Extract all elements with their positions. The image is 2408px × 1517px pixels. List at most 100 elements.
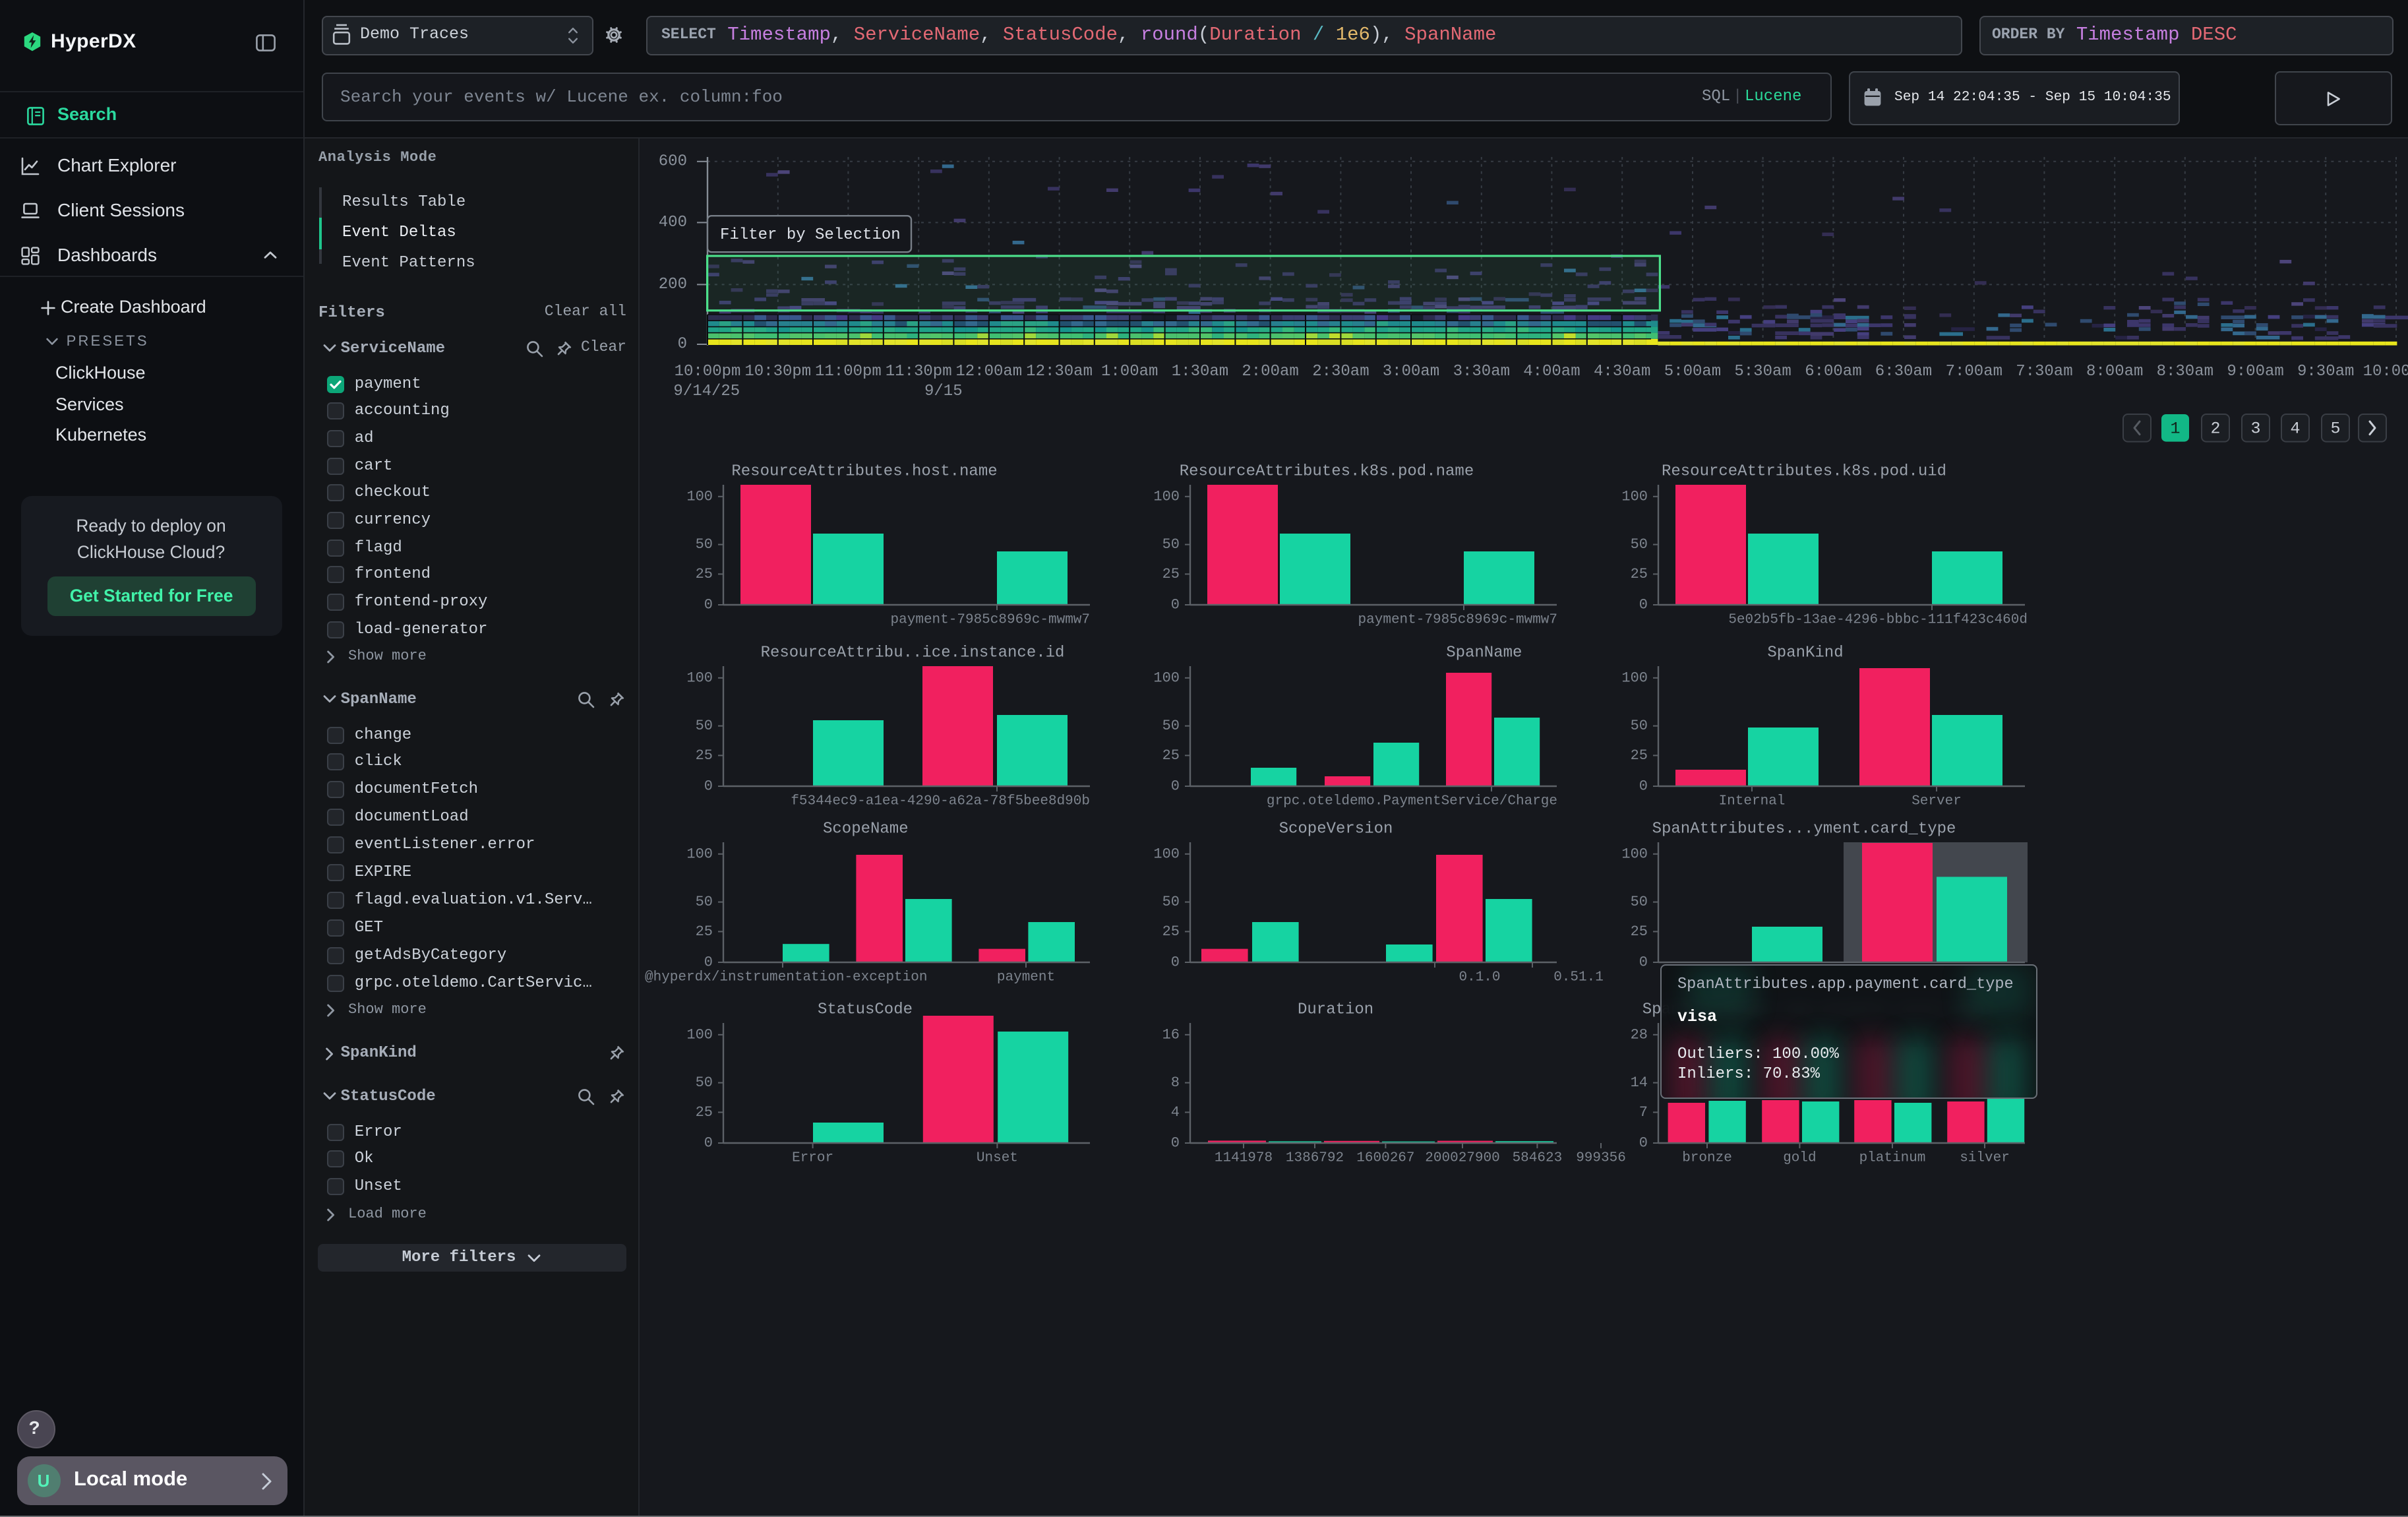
svg-text:4: 4 xyxy=(2290,419,2300,438)
svg-text:50: 50 xyxy=(1631,894,1648,910)
svg-text:payment-7985c8969c-mwmw7: payment-7985c8969c-mwmw7 xyxy=(1358,613,1557,628)
svg-text:200: 200 xyxy=(659,276,687,294)
svg-text:0: 0 xyxy=(704,597,713,613)
svg-text:1141978: 1141978 xyxy=(1215,1151,1273,1166)
svg-text:bronze: bronze xyxy=(1682,1151,1732,1166)
svg-text:3:00am: 3:00am xyxy=(1383,363,1439,381)
svg-text:999356: 999356 xyxy=(1576,1151,1626,1166)
svg-text:4: 4 xyxy=(1171,1104,1180,1121)
svg-text:7:00am: 7:00am xyxy=(1946,363,2002,381)
svg-text:100: 100 xyxy=(686,669,713,686)
svg-text:0: 0 xyxy=(704,1135,713,1152)
svg-text:ScopeVersion: ScopeVersion xyxy=(1279,820,1393,838)
svg-text:Server: Server xyxy=(1911,794,1962,809)
svg-text:SpanKind: SpanKind xyxy=(1767,644,1843,662)
svg-text:25: 25 xyxy=(1162,566,1180,582)
svg-text:584623: 584623 xyxy=(1513,1151,1563,1166)
svg-text:Unset: Unset xyxy=(977,1151,1018,1166)
svg-text:1:00am: 1:00am xyxy=(1101,363,1158,381)
svg-text:8: 8 xyxy=(1171,1074,1180,1091)
svg-text:ResourceAttribu..ice.instance.: ResourceAttribu..ice.instance.id xyxy=(761,644,1065,662)
svg-text:25: 25 xyxy=(1631,566,1648,582)
svg-text:0: 0 xyxy=(1171,1135,1180,1152)
svg-text:50: 50 xyxy=(1162,718,1180,734)
svg-text:3:30am: 3:30am xyxy=(1453,363,1510,381)
svg-text:9:00am: 9:00am xyxy=(2227,363,2283,381)
svg-text:ResourceAttributes.k8s.pod.uid: ResourceAttributes.k8s.pod.uid xyxy=(1662,463,1946,481)
svg-text:0: 0 xyxy=(1171,954,1180,971)
svg-text:25: 25 xyxy=(1162,747,1180,764)
svg-text:2:00am: 2:00am xyxy=(1242,363,1298,381)
svg-text:ResourceAttributes.host.name: ResourceAttributes.host.name xyxy=(731,463,997,481)
svg-text:7:30am: 7:30am xyxy=(2016,363,2072,381)
svg-text:100: 100 xyxy=(686,488,713,505)
svg-text:Duration: Duration xyxy=(1298,1001,1373,1019)
svg-text:25: 25 xyxy=(1162,923,1180,940)
svg-text:6:00am: 6:00am xyxy=(1805,363,1861,381)
svg-text:silver: silver xyxy=(1960,1151,2010,1166)
svg-text:2:30am: 2:30am xyxy=(1312,363,1369,381)
svg-text:50: 50 xyxy=(1162,894,1180,910)
svg-text:10:00pm: 10:00pm xyxy=(675,363,741,381)
svg-text:StatusCode: StatusCode xyxy=(818,1001,913,1019)
svg-text:0: 0 xyxy=(1639,1135,1648,1152)
svg-text:4:30am: 4:30am xyxy=(1594,363,1650,381)
svg-text:100: 100 xyxy=(1153,669,1180,686)
svg-text:3: 3 xyxy=(2250,419,2260,438)
svg-text:10:00am: 10:00am xyxy=(2363,363,2408,381)
svg-text:9:30am: 9:30am xyxy=(2297,363,2354,381)
svg-text:0.1.0: 0.1.0 xyxy=(1459,970,1500,985)
svg-text:2: 2 xyxy=(2210,419,2220,438)
svg-text:0: 0 xyxy=(704,954,713,971)
svg-text:200027900: 200027900 xyxy=(1425,1151,1499,1166)
svg-text:11:00pm: 11:00pm xyxy=(815,363,882,381)
svg-text:25: 25 xyxy=(1631,747,1648,764)
svg-text:25: 25 xyxy=(696,747,713,764)
svg-text:payment: payment xyxy=(997,970,1055,985)
svg-text:1386792: 1386792 xyxy=(1286,1151,1344,1166)
svg-text:1600267: 1600267 xyxy=(1356,1151,1414,1166)
svg-text:50: 50 xyxy=(696,1074,713,1091)
svg-text:100: 100 xyxy=(1621,846,1648,862)
svg-text:25: 25 xyxy=(696,1104,713,1121)
svg-text:1: 1 xyxy=(2170,419,2180,438)
svg-text:5:00am: 5:00am xyxy=(1664,363,1721,381)
svg-text:100: 100 xyxy=(1153,846,1180,862)
svg-text:Error: Error xyxy=(792,1151,833,1166)
svg-text:6:30am: 6:30am xyxy=(1875,363,1932,381)
svg-text:Filter by Selection: Filter by Selection xyxy=(720,226,901,244)
svg-text:5:30am: 5:30am xyxy=(1734,363,1791,381)
svg-text:50: 50 xyxy=(1162,536,1180,553)
svg-text:platinum: platinum xyxy=(1859,1151,1926,1166)
svg-text:10:30pm: 10:30pm xyxy=(744,363,811,381)
svg-text:25: 25 xyxy=(696,566,713,582)
svg-text:ScopeName: ScopeName xyxy=(823,820,909,838)
svg-text:9/15: 9/15 xyxy=(924,383,963,400)
svg-text:1:30am: 1:30am xyxy=(1172,363,1228,381)
svg-text:ResourceAttributes.k8s.pod.nam: ResourceAttributes.k8s.pod.name xyxy=(1180,463,1474,481)
svg-text:SpanAttributes...yment.card_ty: SpanAttributes...yment.card_type xyxy=(1652,820,1956,838)
svg-text:5e02b5fb-13ae-4296-bbbc-111f42: 5e02b5fb-13ae-4296-bbbc-111f423c460d xyxy=(1728,613,2028,628)
svg-text:100: 100 xyxy=(686,1026,713,1043)
svg-text:600: 600 xyxy=(659,152,687,170)
svg-text:25: 25 xyxy=(696,923,713,940)
svg-text:11:30pm: 11:30pm xyxy=(886,363,952,381)
svg-text:100: 100 xyxy=(686,846,713,862)
svg-text:0: 0 xyxy=(704,778,713,795)
svg-text:50: 50 xyxy=(696,718,713,734)
svg-text:100: 100 xyxy=(1621,488,1648,505)
svg-text:payment-7985c8969c-mwmw7: payment-7985c8969c-mwmw7 xyxy=(891,613,1090,628)
svg-text:grpc.oteldemo.PaymentService/C: grpc.oteldemo.PaymentService/Charge xyxy=(1267,794,1557,809)
svg-text:7: 7 xyxy=(1639,1104,1648,1121)
svg-text:0: 0 xyxy=(1639,778,1648,795)
svg-text:50: 50 xyxy=(1631,718,1648,734)
svg-text:0: 0 xyxy=(1639,954,1648,971)
svg-text:0: 0 xyxy=(1639,597,1648,613)
svg-text:12:30am: 12:30am xyxy=(1026,363,1093,381)
svg-text:50: 50 xyxy=(1631,536,1648,553)
svg-text:25: 25 xyxy=(1631,923,1648,940)
svg-text:f5344ec9-a1ea-4290-a62a-78f5be: f5344ec9-a1ea-4290-a62a-78f5bee8d90b xyxy=(791,794,1090,809)
svg-text:16: 16 xyxy=(1162,1026,1180,1043)
svg-text:gold: gold xyxy=(1783,1151,1816,1166)
svg-text:12:00am: 12:00am xyxy=(955,363,1022,381)
